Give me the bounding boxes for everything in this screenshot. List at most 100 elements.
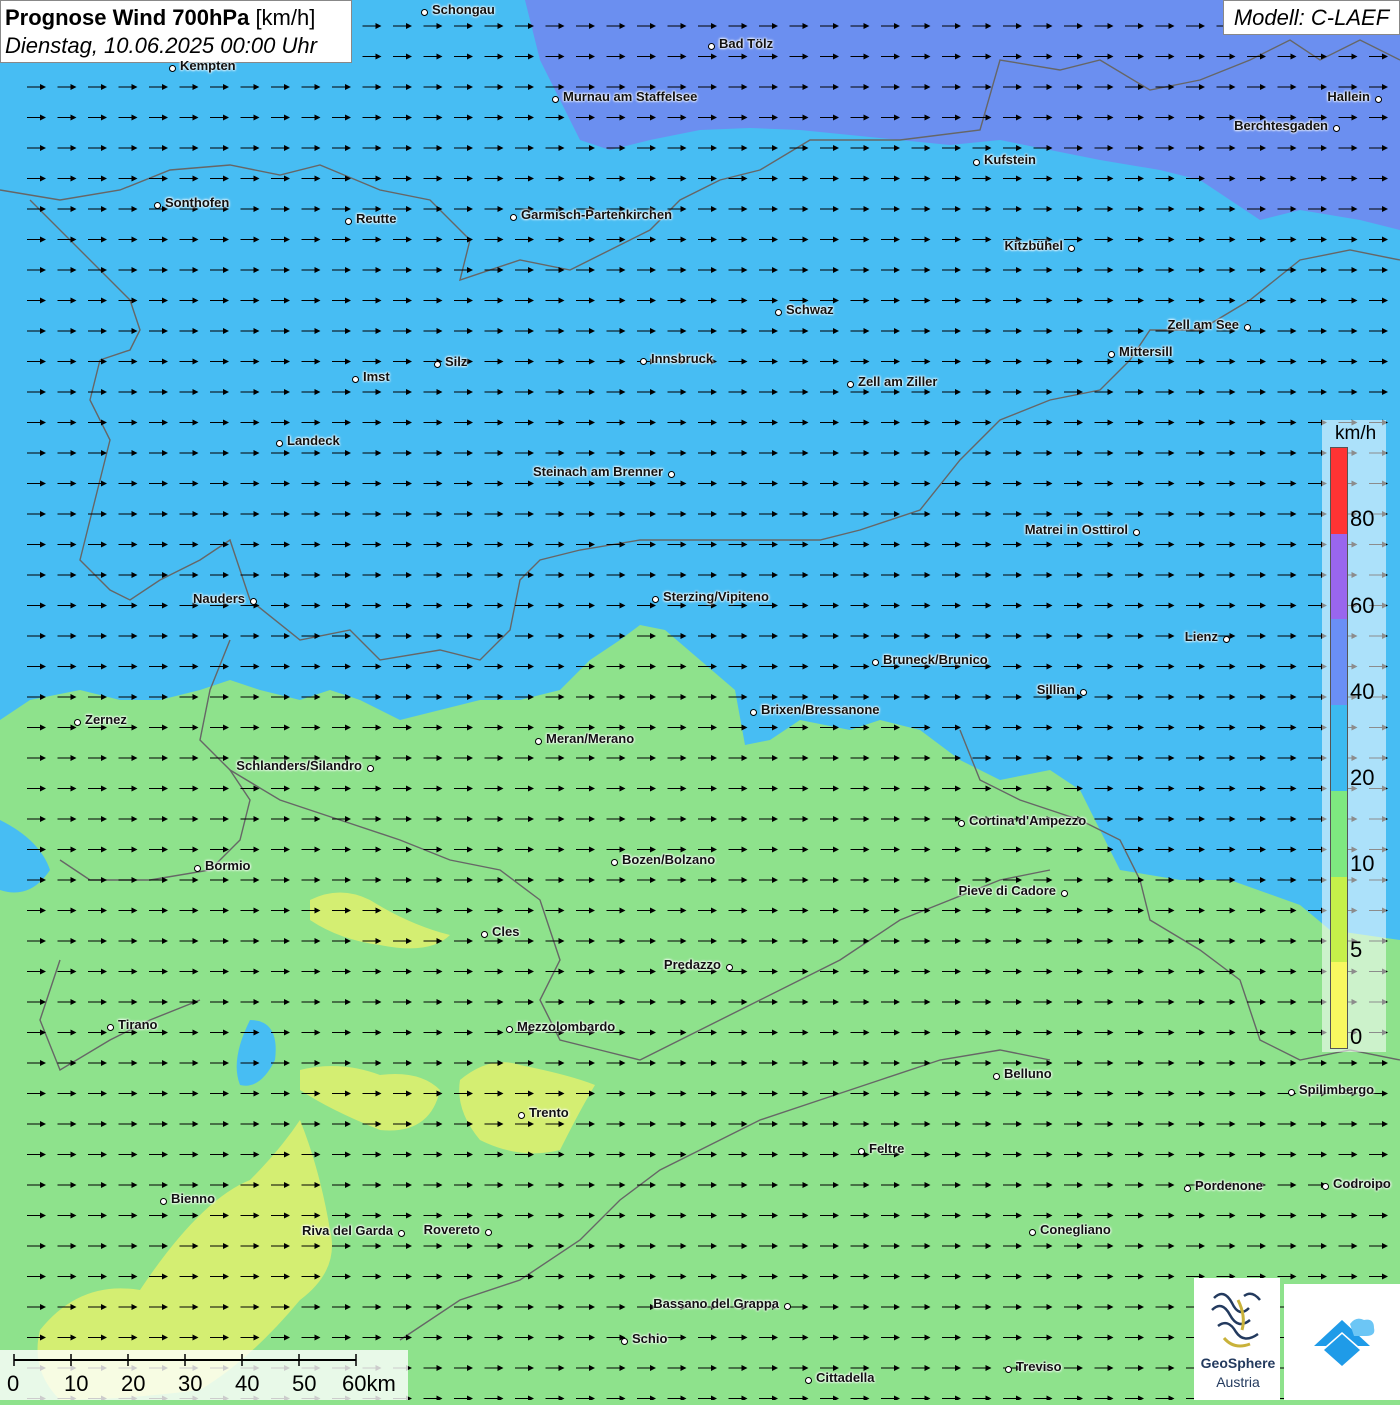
city-label-rovereto: Rovereto [423, 1222, 480, 1237]
city-marker [1183, 1184, 1191, 1192]
city-marker [1332, 124, 1340, 132]
legend-unit: km/h [1335, 423, 1377, 444]
legend-color-segment [1331, 705, 1347, 791]
city-label-kufstein: Kufstein [984, 152, 1036, 167]
city-label-belluno: Belluno [1004, 1066, 1052, 1081]
city-label-schongau: Schongau [432, 2, 495, 17]
city-label-landeck: Landeck [287, 433, 340, 448]
city-marker [1067, 244, 1075, 252]
city-marker [351, 375, 359, 383]
city-marker [1079, 688, 1087, 696]
city-label-cittadella: Cittadella [816, 1370, 875, 1385]
legend-color-segment [1331, 962, 1347, 1048]
city-marker [420, 8, 428, 16]
city-marker [1374, 95, 1382, 103]
city-marker [275, 439, 283, 447]
legend-colorbar [1330, 447, 1348, 1049]
city-marker [1107, 350, 1115, 358]
city-label-lienz: Lienz [1184, 629, 1218, 644]
city-marker [972, 158, 980, 166]
city-marker [1287, 1088, 1295, 1096]
legend-color-segment [1331, 790, 1347, 877]
city-marker [871, 658, 879, 666]
logo-text-line2: Austria [1216, 1374, 1260, 1390]
city-label-kitzbuehel: Kitzbühel [1004, 238, 1064, 253]
city-marker [433, 360, 441, 368]
map-title-box: Prognose Wind 700hPa [km/h] Dienstag, 10… [0, 0, 352, 63]
city-marker [397, 1229, 405, 1237]
city-marker [1321, 1182, 1329, 1190]
city-label-zell-am-see: Zell am See [1167, 317, 1239, 332]
city-marker [505, 1025, 513, 1033]
city-label-bozen: Bozen/Bolzano [622, 852, 716, 867]
city-label-codroipo: Codroipo [1333, 1176, 1391, 1191]
city-marker [159, 1197, 167, 1205]
city-marker [707, 42, 715, 50]
city-label-matrei: Matrei in Osttirol [1024, 522, 1128, 537]
city-label-mittersill: Mittersill [1119, 344, 1173, 359]
wetter-app-logo[interactable] [1284, 1284, 1400, 1400]
legend-color-segment [1331, 876, 1347, 963]
city-marker [1222, 635, 1230, 643]
city-label-imst: Imst [363, 369, 390, 384]
city-label-sterzing: Sterzing/Vipiteno [663, 589, 769, 604]
city-marker [249, 597, 257, 605]
legend-label: 0 [1350, 1024, 1363, 1049]
city-label-innsbruck: Innsbruck [651, 351, 714, 366]
city-label-reutte: Reutte [356, 211, 397, 226]
city-label-steinach: Steinach am Brenner [532, 464, 663, 479]
city-label-silz: Silz [445, 354, 468, 369]
app-logo-icon [1314, 1318, 1375, 1366]
city-marker [153, 201, 161, 209]
logo-text-line1: GeoSphere [1200, 1355, 1276, 1371]
city-label-conegliano: Conegliano [1040, 1222, 1111, 1237]
city-label-treviso: Treviso [1016, 1359, 1062, 1374]
city-label-nauders: Nauders [192, 591, 245, 606]
city-marker [774, 308, 782, 316]
scale-label: 40 [235, 1371, 260, 1396]
city-label-riva: Riva del Garda [301, 1223, 393, 1238]
city-marker [783, 1302, 791, 1310]
city-label-kempten: Kempten [180, 58, 236, 73]
city-marker [610, 858, 618, 866]
city-marker [366, 764, 374, 772]
city-label-cles: Cles [492, 924, 520, 939]
city-label-berchtesgaden: Berchtesgaden [1234, 118, 1328, 133]
city-marker [992, 1072, 1000, 1080]
city-label-schwaz: Schwaz [786, 302, 834, 317]
city-marker [168, 64, 176, 72]
legend-color-segment [1331, 448, 1347, 534]
city-label-sonthofen: Sonthofen [165, 195, 230, 210]
city-label-mezzolombardo: Mezzolombardo [517, 1019, 616, 1034]
city-label-predazzo: Predazzo [663, 957, 721, 972]
city-marker [749, 708, 757, 716]
city-marker [1132, 528, 1140, 536]
city-label-hallein: Hallein [1327, 89, 1370, 104]
scale-label: 30 [178, 1371, 203, 1396]
scale-label: 10 [64, 1371, 89, 1396]
title-main: Prognose Wind 700hPa [5, 5, 250, 30]
city-label-bienno: Bienno [171, 1191, 216, 1206]
city-marker [1004, 1365, 1012, 1373]
legend-label: 20 [1350, 765, 1375, 790]
city-label-spilimbergo: Spilimbergo [1299, 1082, 1375, 1097]
map-title: Prognose Wind 700hPa [km/h] [5, 4, 347, 32]
city-label-feltre: Feltre [869, 1141, 905, 1156]
geosphere-logo-icon [1211, 1292, 1261, 1348]
city-marker [517, 1111, 525, 1119]
city-label-bruneck: Bruneck/Brunico [883, 652, 988, 667]
city-marker [1060, 889, 1068, 897]
city-label-garmisch: Garmisch-Partenkirchen [521, 207, 673, 222]
city-marker [1028, 1228, 1036, 1236]
city-marker [667, 470, 675, 478]
legend-color-segment [1331, 619, 1347, 706]
city-marker [651, 595, 659, 603]
scale-label: 60km [342, 1371, 396, 1396]
model-label: Modell: C-LAEF [1223, 0, 1400, 35]
city-label-pordenone: Pordenone [1195, 1178, 1263, 1193]
scale-label: 50 [292, 1371, 317, 1396]
city-marker [1243, 323, 1251, 331]
city-marker [73, 718, 81, 726]
city-label-murnau: Murnau am Staffelsee [563, 89, 698, 104]
city-label-bassano: Bassano del Grappa [653, 1296, 779, 1311]
